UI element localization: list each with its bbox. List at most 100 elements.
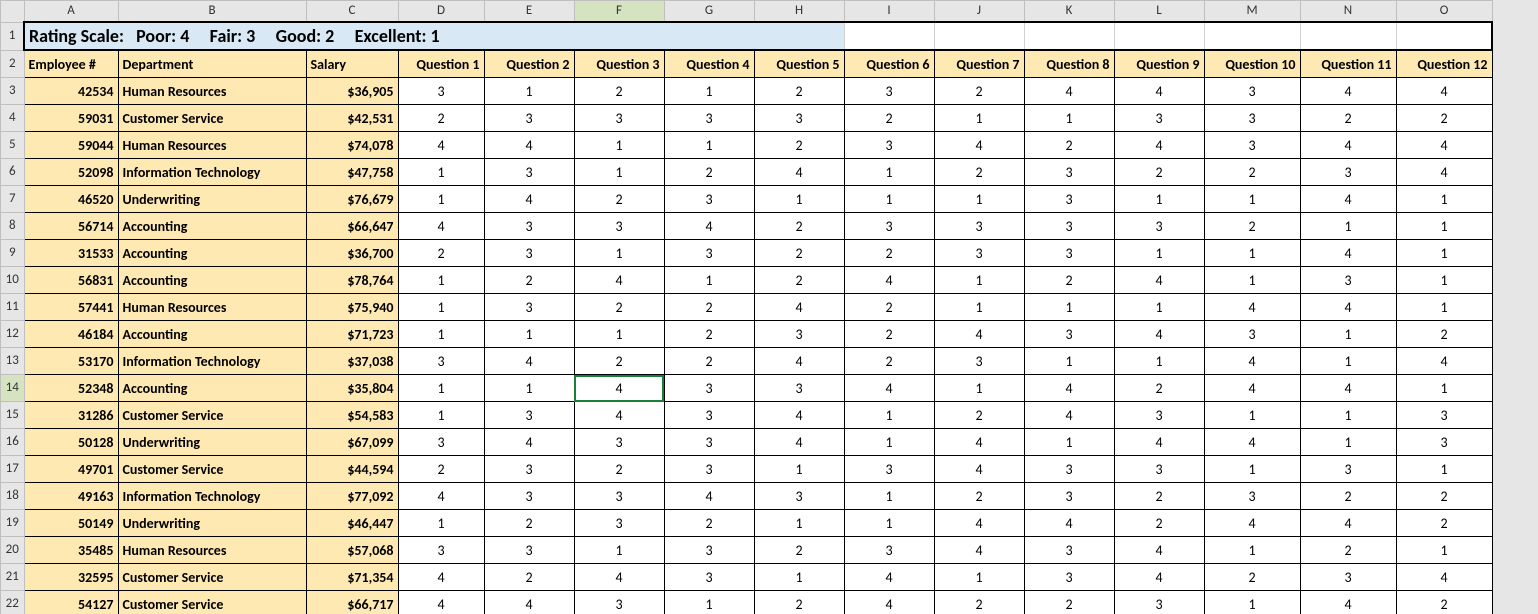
question-7-value[interactable]: 2 bbox=[934, 483, 1024, 510]
question-6-value[interactable]: 4 bbox=[844, 591, 934, 614]
question-5-value[interactable]: 3 bbox=[754, 375, 844, 402]
question-12-value[interactable]: 4 bbox=[1396, 159, 1492, 186]
row-header-9[interactable]: 9 bbox=[1, 240, 25, 267]
question-5-value[interactable]: 2 bbox=[754, 132, 844, 159]
question-11-value[interactable]: 3 bbox=[1300, 564, 1396, 591]
employee-id[interactable]: 42534 bbox=[24, 78, 118, 105]
question-12-value[interactable]: 1 bbox=[1396, 456, 1492, 483]
question-6-value[interactable]: 1 bbox=[844, 510, 934, 537]
question-4-value[interactable]: 1 bbox=[664, 591, 754, 614]
question-6-value[interactable]: 2 bbox=[844, 348, 934, 375]
salary[interactable]: $47,758 bbox=[306, 159, 398, 186]
question-5-value[interactable]: 4 bbox=[754, 429, 844, 456]
department[interactable]: Underwriting bbox=[118, 186, 306, 213]
question-8-value[interactable]: 4 bbox=[1024, 402, 1114, 429]
header-question-11[interactable]: Question 11 bbox=[1300, 50, 1396, 78]
question-7-value[interactable]: 4 bbox=[934, 321, 1024, 348]
row-header-16[interactable]: 16 bbox=[1, 429, 25, 456]
question-1-value[interactable]: 1 bbox=[398, 294, 484, 321]
question-1-value[interactable]: 2 bbox=[398, 456, 484, 483]
employee-id[interactable]: 31286 bbox=[24, 402, 118, 429]
question-8-value[interactable]: 4 bbox=[1024, 510, 1114, 537]
question-9-value[interactable]: 1 bbox=[1114, 186, 1204, 213]
question-4-value[interactable]: 2 bbox=[664, 321, 754, 348]
question-12-value[interactable]: 1 bbox=[1396, 240, 1492, 267]
question-10-value[interactable]: 1 bbox=[1204, 402, 1300, 429]
column-header-G[interactable]: G bbox=[664, 1, 754, 23]
column-header-O[interactable]: O bbox=[1396, 1, 1492, 23]
question-3-value[interactable]: 1 bbox=[574, 537, 664, 564]
question-7-value[interactable]: 2 bbox=[934, 78, 1024, 105]
question-12-value[interactable]: 1 bbox=[1396, 213, 1492, 240]
question-2-value[interactable]: 2 bbox=[484, 564, 574, 591]
question-1-value[interactable]: 2 bbox=[398, 105, 484, 132]
question-10-value[interactable]: 4 bbox=[1204, 375, 1300, 402]
question-7-value[interactable]: 4 bbox=[934, 510, 1024, 537]
question-4-value[interactable]: 2 bbox=[664, 348, 754, 375]
question-12-value[interactable]: 2 bbox=[1396, 483, 1492, 510]
question-1-value[interactable]: 4 bbox=[398, 132, 484, 159]
question-9-value[interactable]: 3 bbox=[1114, 456, 1204, 483]
question-3-value[interactable]: 2 bbox=[574, 294, 664, 321]
question-8-value[interactable]: 3 bbox=[1024, 537, 1114, 564]
question-6-value[interactable]: 2 bbox=[844, 294, 934, 321]
employee-id[interactable]: 56831 bbox=[24, 267, 118, 294]
department[interactable]: Customer Service bbox=[118, 105, 306, 132]
question-3-value[interactable]: 4 bbox=[574, 375, 664, 402]
cell-blank[interactable] bbox=[1024, 22, 1114, 50]
question-10-value[interactable]: 1 bbox=[1204, 456, 1300, 483]
header-question-4[interactable]: Question 4 bbox=[664, 50, 754, 78]
question-1-value[interactable]: 1 bbox=[398, 159, 484, 186]
row-header-18[interactable]: 18 bbox=[1, 483, 25, 510]
question-9-value[interactable]: 3 bbox=[1114, 402, 1204, 429]
question-1-value[interactable]: 3 bbox=[398, 537, 484, 564]
question-2-value[interactable]: 3 bbox=[484, 294, 574, 321]
column-header-L[interactable]: L bbox=[1114, 1, 1204, 23]
question-7-value[interactable]: 3 bbox=[934, 348, 1024, 375]
salary[interactable]: $66,647 bbox=[306, 213, 398, 240]
question-6-value[interactable]: 2 bbox=[844, 105, 934, 132]
question-12-value[interactable]: 1 bbox=[1396, 267, 1492, 294]
question-9-value[interactable]: 4 bbox=[1114, 78, 1204, 105]
header-question-9[interactable]: Question 9 bbox=[1114, 50, 1204, 78]
question-3-value[interactable]: 2 bbox=[574, 348, 664, 375]
question-6-value[interactable]: 4 bbox=[844, 375, 934, 402]
row-header-2[interactable]: 2 bbox=[1, 50, 25, 78]
question-11-value[interactable]: 4 bbox=[1300, 375, 1396, 402]
question-1-value[interactable]: 1 bbox=[398, 510, 484, 537]
question-4-value[interactable]: 3 bbox=[664, 402, 754, 429]
salary[interactable]: $44,594 bbox=[306, 456, 398, 483]
question-11-value[interactable]: 2 bbox=[1300, 105, 1396, 132]
question-3-value[interactable]: 2 bbox=[574, 78, 664, 105]
question-11-value[interactable]: 4 bbox=[1300, 78, 1396, 105]
question-5-value[interactable]: 1 bbox=[754, 186, 844, 213]
question-2-value[interactable]: 2 bbox=[484, 267, 574, 294]
employee-id[interactable]: 56714 bbox=[24, 213, 118, 240]
question-11-value[interactable]: 2 bbox=[1300, 537, 1396, 564]
question-2-value[interactable]: 3 bbox=[484, 456, 574, 483]
question-1-value[interactable]: 3 bbox=[398, 429, 484, 456]
question-11-value[interactable]: 4 bbox=[1300, 591, 1396, 614]
question-7-value[interactable]: 4 bbox=[934, 429, 1024, 456]
question-8-value[interactable]: 1 bbox=[1024, 294, 1114, 321]
question-3-value[interactable]: 3 bbox=[574, 510, 664, 537]
question-2-value[interactable]: 4 bbox=[484, 591, 574, 614]
question-2-value[interactable]: 1 bbox=[484, 321, 574, 348]
department[interactable]: Accounting bbox=[118, 321, 306, 348]
question-10-value[interactable]: 4 bbox=[1204, 429, 1300, 456]
employee-id[interactable]: 59031 bbox=[24, 105, 118, 132]
question-7-value[interactable]: 1 bbox=[934, 294, 1024, 321]
question-6-value[interactable]: 2 bbox=[844, 240, 934, 267]
spreadsheet-grid[interactable]: ABCDEFGHIJKLMNO1Rating Scale: Poor: 4 Fa… bbox=[0, 0, 1493, 614]
header-question-12[interactable]: Question 12 bbox=[1396, 50, 1492, 78]
question-1-value[interactable]: 1 bbox=[398, 402, 484, 429]
question-1-value[interactable]: 1 bbox=[398, 321, 484, 348]
question-1-value[interactable]: 4 bbox=[398, 483, 484, 510]
header-question-5[interactable]: Question 5 bbox=[754, 50, 844, 78]
row-header-15[interactable]: 15 bbox=[1, 402, 25, 429]
question-5-value[interactable]: 3 bbox=[754, 105, 844, 132]
question-6-value[interactable]: 1 bbox=[844, 186, 934, 213]
question-9-value[interactable]: 1 bbox=[1114, 294, 1204, 321]
question-7-value[interactable]: 3 bbox=[934, 213, 1024, 240]
question-4-value[interactable]: 4 bbox=[664, 483, 754, 510]
